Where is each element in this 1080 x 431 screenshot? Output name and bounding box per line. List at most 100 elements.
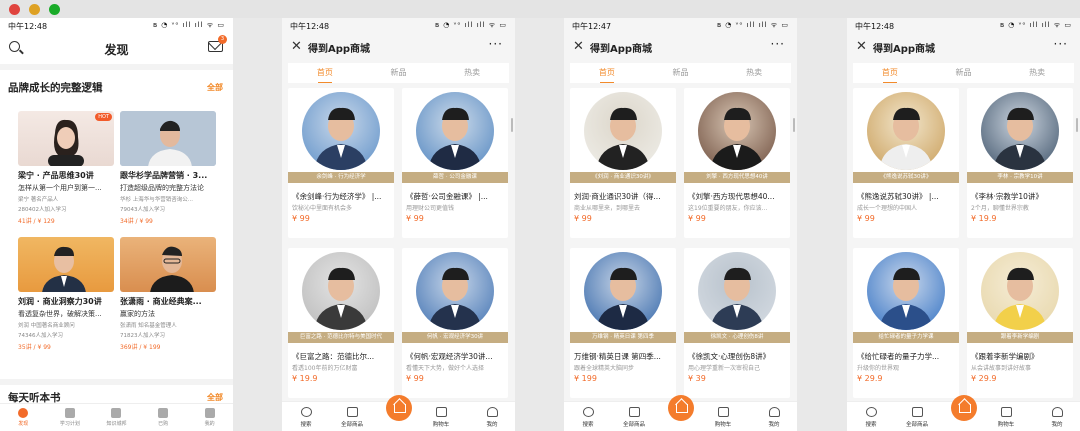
search-button[interactable]: 搜索 — [851, 407, 891, 428]
product-cover: 给忙碌者的量子力学课 — [853, 248, 959, 348]
product-card[interactable]: 刘擎 · 西方现代思想40讲 《刘擎·西方现代思想40... 这19位重要的朋友… — [684, 88, 790, 238]
product-title: 《何帆·宏观经济学30讲... — [406, 352, 493, 361]
course-card[interactable]: HOT 梁宁 · 产品思维30讲 怎样从第一个用户到第一... 梁宁 著名产品人… — [18, 111, 114, 225]
mine-button[interactable]: 我的 — [1037, 407, 1077, 428]
tab-hot[interactable]: 热卖 — [435, 63, 509, 83]
product-subtitle: 看透100年前的万亿财富 — [292, 365, 358, 372]
status-icons: ʙ ◔ ᵛᵒ ıll ıll ᯤ ▭ — [716, 21, 789, 29]
portrait-illustration — [150, 246, 194, 292]
tab-hot[interactable]: 热卖 — [717, 63, 791, 83]
more-options-icon[interactable]: ··· — [489, 37, 503, 51]
tab-study-plan[interactable]: 学习计划 — [47, 404, 94, 431]
product-card[interactable]: 余剑峰 · 行为经济学 《余剑峰·行为经济学》 |... 饮秘沁中里面有机会多 … — [288, 88, 394, 238]
product-card[interactable]: 徐凯文 · 心理创伤8讲 《徐凯文·心理创伤8讲》 用心理学重新一次审视自己 ¥… — [684, 248, 790, 398]
status-icons: ʙ ◔ ᵛᵒ ıll ıll ᯤ ▭ — [152, 21, 225, 29]
product-title: 《徐凯文·心理创伤8讲》 — [688, 352, 771, 361]
more-options-icon[interactable]: ··· — [1054, 37, 1068, 51]
product-card[interactable]: 李林 · 宗教学10讲 《李林·宗教学10讲》 2个月，聊懂世界宗教 ¥ 19.… — [967, 88, 1073, 238]
scrollbar[interactable] — [793, 118, 795, 132]
product-price: ¥ 29.9 — [857, 374, 883, 383]
cart-button[interactable]: 购物车 — [421, 407, 461, 428]
course-card[interactable]: 刘润 · 商业洞察力30讲 看透复杂世界，破解决策... 刘润 中国著名商业顾问… — [18, 237, 114, 351]
author-avatar — [302, 92, 380, 170]
close-icon[interactable]: ✕ — [573, 39, 584, 54]
close-icon[interactable]: ✕ — [291, 39, 302, 54]
tab-discover[interactable]: 发现 — [0, 404, 47, 431]
all-products-button[interactable]: 全部商品 — [332, 407, 372, 428]
divider — [0, 64, 233, 70]
search-button[interactable]: 搜索 — [286, 407, 326, 428]
portrait-illustration — [428, 107, 482, 170]
status-icons: ʙ ◔ ᵛᵒ ıll ıll ᯤ ▭ — [434, 21, 507, 29]
close-window-button[interactable] — [9, 4, 20, 15]
button-label: 购物车 — [714, 422, 732, 428]
home-button[interactable] — [951, 395, 977, 421]
course-subtitle: 看透复杂世界，破解决策... — [18, 310, 102, 318]
all-products-button[interactable]: 全部商品 — [897, 407, 937, 428]
author-avatar — [584, 252, 662, 330]
tab-knowledge[interactable]: 知识城邦 — [93, 404, 140, 431]
course-card[interactable]: 张潇雨 · 商业经典案... 赢家的方法 张潇雨 知名基金管理人 71823人加… — [120, 237, 216, 351]
button-label: 我的 — [1051, 422, 1063, 428]
home-button[interactable] — [668, 395, 694, 421]
store-tabs: 首页 新品 热卖 — [853, 63, 1074, 83]
status-time: 中午12:48 — [290, 22, 330, 31]
more-options-icon[interactable]: ··· — [771, 37, 785, 51]
scrollbar[interactable] — [511, 118, 513, 132]
button-label: 购物车 — [997, 422, 1015, 428]
product-price: ¥ 39 — [688, 374, 706, 383]
course-count: 79043人加入学习 — [120, 207, 165, 213]
portrait-illustration — [314, 107, 368, 170]
status-bar: 中午12:48 ʙ ◔ ᵛᵒ ıll ıll ᯤ ▭ — [0, 18, 233, 35]
tab-new[interactable]: 新品 — [362, 63, 436, 83]
portrait-illustration — [993, 267, 1047, 330]
portrait-illustration — [596, 107, 650, 170]
tab-purchased[interactable]: 已购 — [140, 404, 187, 431]
course-card[interactable]: 跟华杉学品牌营销 · 3... 打造超级品牌的完整方法论 华杉 上海华与华营销咨… — [120, 111, 216, 225]
store-title: 得到App商城 — [873, 44, 936, 55]
product-card[interactable]: 《刘润 · 商业通识30讲》 刘润·商业通识30讲（得... 商业从哪里来，到哪… — [570, 88, 676, 238]
author-avatar — [981, 252, 1059, 330]
section-more-link[interactable]: 全部 — [207, 392, 223, 403]
home-button[interactable] — [386, 395, 412, 421]
tab-new[interactable]: 新品 — [927, 63, 1001, 83]
product-card[interactable]: 跟着李新学编剧 《跟着李新学编剧》 从会讲故事到讲好故事 ¥ 29.9 — [967, 248, 1073, 398]
mail-icon[interactable]: 3 — [208, 35, 227, 52]
product-card[interactable]: 万维钢 · 精英日课 第四季 万维钢·精英日课 第四季... 跟着全球精英大脑同… — [570, 248, 676, 398]
course-subtitle: 怎样从第一个用户到第一... — [18, 184, 102, 192]
tab-home[interactable]: 首页 — [853, 63, 927, 83]
tab-new[interactable]: 新品 — [644, 63, 718, 83]
tab-hot[interactable]: 热卖 — [1000, 63, 1074, 83]
person-icon — [486, 407, 498, 417]
zoom-window-button[interactable] — [49, 4, 60, 15]
close-icon[interactable]: ✕ — [856, 39, 867, 54]
product-card[interactable]: 巨富之路 · 范德比尔特与美国时代 《巨富之路：范德比尔... 看透100年前的… — [288, 248, 394, 398]
cart-button[interactable]: 购物车 — [703, 407, 743, 428]
course-author: 梁宁 著名产品人 — [18, 197, 59, 203]
product-title: 《李林·宗教学10讲》 — [971, 192, 1043, 201]
course-price: 35讲 / ¥ 99 — [18, 344, 51, 351]
course-title: 跟华杉学品牌营销 · 3... — [120, 171, 208, 180]
search-button[interactable]: 搜索 — [568, 407, 608, 428]
all-products-button[interactable]: 全部商品 — [614, 407, 654, 428]
store-header: ✕ 得到App商城 ··· — [564, 37, 797, 61]
product-card[interactable]: 给忙碌者的量子力学课 《给忙碌者的量子力学... 升级你的世界观 ¥ 29.9 — [853, 248, 959, 398]
button-label: 我的 — [486, 422, 498, 428]
scrollbar[interactable] — [1076, 118, 1078, 132]
tab-home[interactable]: 首页 — [288, 63, 362, 83]
section-more-link[interactable]: 全部 — [207, 82, 223, 93]
mine-button[interactable]: 我的 — [754, 407, 794, 428]
tab-home[interactable]: 首页 — [570, 63, 644, 83]
portrait-illustration — [42, 246, 86, 292]
mine-button[interactable]: 我的 — [472, 407, 512, 428]
product-card[interactable]: 何帆 · 宏观经济学30讲 《何帆·宏观经济学30讲... 看懂天下大势，做好个… — [402, 248, 508, 398]
product-cover: 巨富之路 · 范德比尔特与美国时代 — [288, 248, 394, 348]
cart-button[interactable]: 购物车 — [986, 407, 1026, 428]
product-cover: 《刘润 · 商业通识30讲》 — [570, 88, 676, 188]
product-grid: 余剑峰 · 行为经济学 《余剑峰·行为经济学》 |... 饮秘沁中里面有机会多 … — [288, 88, 509, 408]
tab-mine[interactable]: 我的 — [186, 404, 233, 431]
search-icon — [300, 407, 312, 417]
minimize-window-button[interactable] — [29, 4, 40, 15]
product-card[interactable]: 薛哲 · 公司金融课 《薛哲·公司金融课》 |... 用理财公司更值钱 ¥ 99 — [402, 88, 508, 238]
product-card[interactable]: 《熊逸说苏轼30讲》 《熊逸说苏轼30讲》 |... 成长一个理想的中国人 ¥ … — [853, 88, 959, 238]
